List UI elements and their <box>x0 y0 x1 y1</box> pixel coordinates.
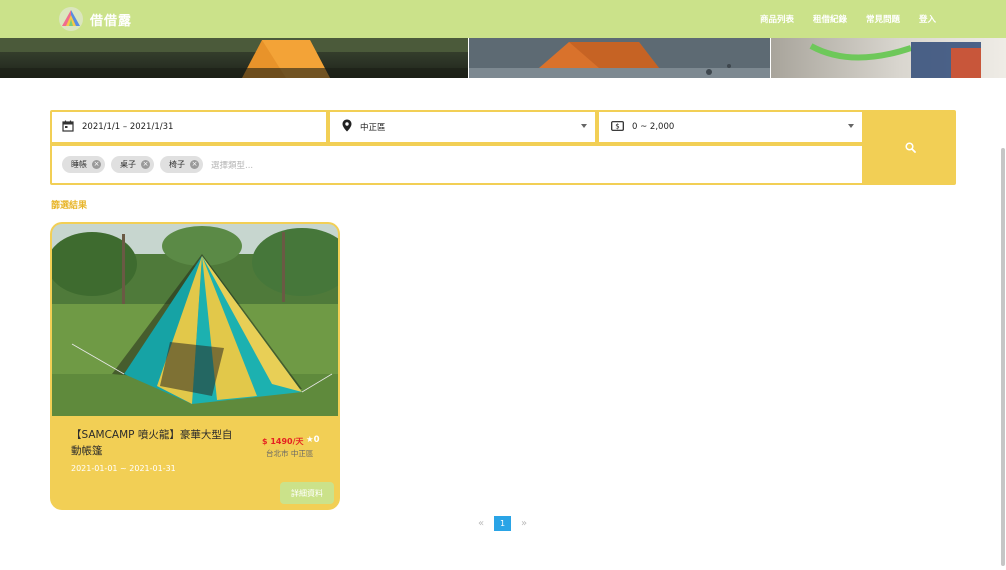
hero-image-3 <box>771 38 1006 78</box>
product-card[interactable]: 【SAMCAMP 噴火龍】豪華大型自動帳篷 2021-01-01 ~ 2021-… <box>50 222 340 510</box>
money-icon: $ <box>611 120 624 134</box>
detail-button[interactable]: 詳細資料 <box>280 482 334 504</box>
scrollbar-thumb[interactable] <box>1001 148 1005 566</box>
search-button[interactable] <box>864 110 956 185</box>
search-icon <box>904 138 916 157</box>
date-range-field[interactable]: 2021/1/1 – 2021/1/31 <box>52 112 326 142</box>
results-heading: 篩選結果 <box>51 201 88 211</box>
product-rating: ★0 <box>306 435 320 445</box>
product-dates: 2021-01-01 ~ 2021-01-31 <box>71 464 176 473</box>
calendar-icon <box>62 120 74 135</box>
nav-link-faq[interactable]: 常見問題 <box>866 13 900 25</box>
nav-link-login[interactable]: 登入 <box>919 13 936 25</box>
page-button-current[interactable]: 1 <box>494 516 511 531</box>
chevron-down-icon <box>581 124 587 128</box>
prev-page-button[interactable]: « <box>474 518 488 529</box>
product-price: $ 1490/天 <box>262 437 304 446</box>
date-range-value: 2021/1/1 – 2021/1/31 <box>82 122 174 132</box>
tag-chip-label: 椅子 <box>169 160 185 169</box>
logo-icon <box>58 6 84 32</box>
tag-chip-label: 桌子 <box>120 160 136 169</box>
tag-select[interactable]: 睡帳 × 桌子 × 椅子 × 選擇類型... <box>52 146 862 183</box>
tag-chip: 桌子 × <box>111 156 154 173</box>
nav-links: 商品列表 租借紀錄 常見問題 登入 <box>741 0 936 38</box>
area-value: 中正區 <box>360 123 386 133</box>
brand[interactable]: 借借露 <box>58 6 132 32</box>
price-range-select[interactable]: $ 0 ~ 2,000 <box>599 112 862 142</box>
tag-chip: 椅子 × <box>160 156 203 173</box>
scrollbar[interactable] <box>1000 0 1006 570</box>
pagination: « 1 » <box>474 516 531 531</box>
area-select[interactable]: 中正區 <box>330 112 595 142</box>
product-title[interactable]: 【SAMCAMP 噴火龍】豪華大型自動帳篷 <box>71 427 241 459</box>
search-panel: 2021/1/1 – 2021/1/31 中正區 $ 0 ~ 2,000 睡帳 … <box>50 110 956 185</box>
tag-chip: 睡帳 × <box>62 156 105 173</box>
hero-image-1 <box>0 38 468 78</box>
brand-name: 借借露 <box>90 13 133 29</box>
tag-chip-label: 睡帳 <box>71 160 87 169</box>
next-page-button[interactable]: » <box>517 518 531 529</box>
price-range-value: 0 ~ 2,000 <box>632 122 675 132</box>
hero-banner <box>0 38 1006 78</box>
product-location: 台北市 中正區 <box>266 449 314 458</box>
close-icon[interactable]: × <box>92 160 101 169</box>
chevron-down-icon <box>848 124 854 128</box>
tag-placeholder[interactable]: 選擇類型... <box>211 159 253 171</box>
close-icon[interactable]: × <box>141 160 150 169</box>
nav-link-products[interactable]: 商品列表 <box>760 13 794 25</box>
top-navbar: 借借露 商品列表 租借紀錄 常見問題 登入 <box>0 0 1006 38</box>
svg-text:$: $ <box>615 122 619 130</box>
close-icon[interactable]: × <box>190 160 199 169</box>
nav-link-rentals[interactable]: 租借紀錄 <box>813 13 847 25</box>
location-pin-icon <box>342 119 352 135</box>
hero-image-2 <box>469 38 770 78</box>
product-image[interactable] <box>52 224 338 416</box>
